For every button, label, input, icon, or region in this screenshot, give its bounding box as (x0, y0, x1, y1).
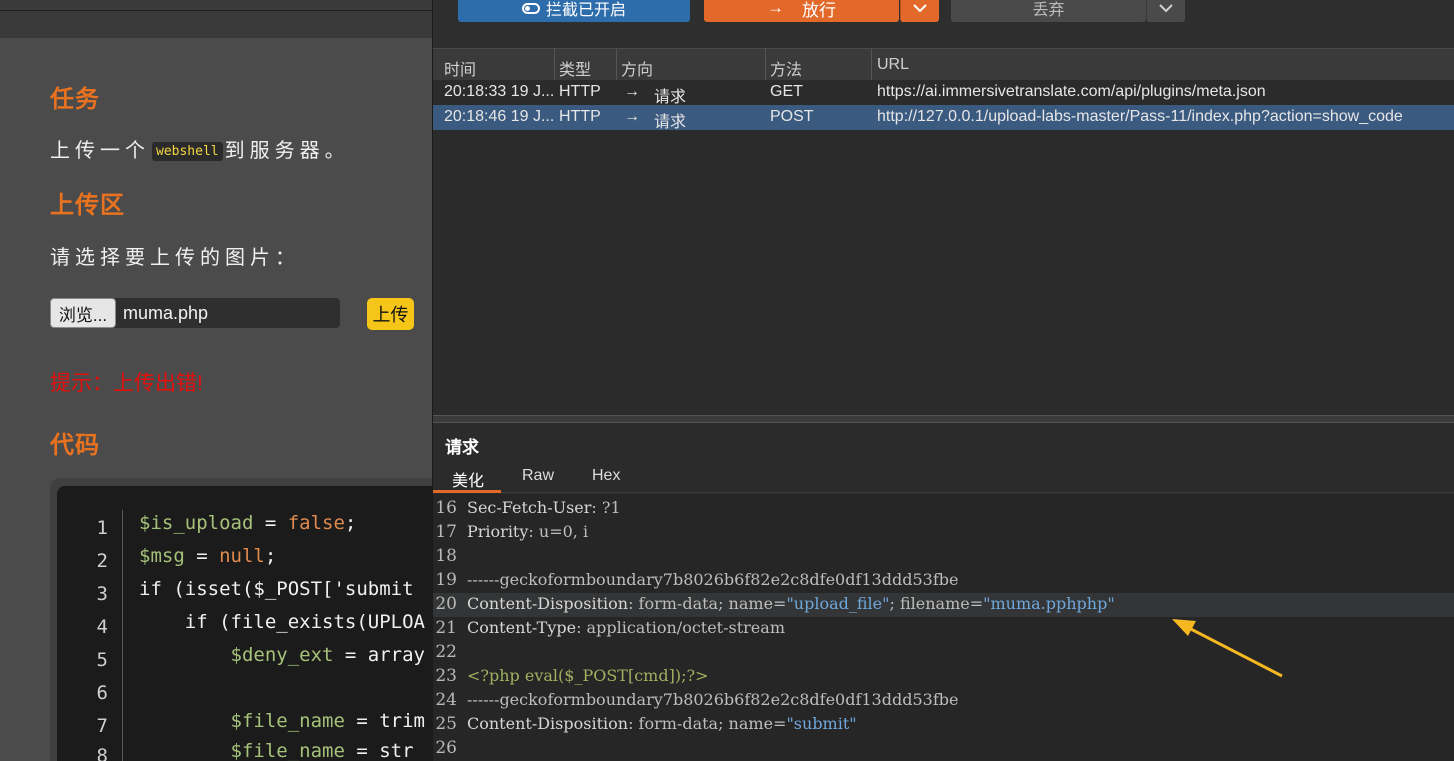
annotation-arrow-icon (1172, 619, 1283, 678)
